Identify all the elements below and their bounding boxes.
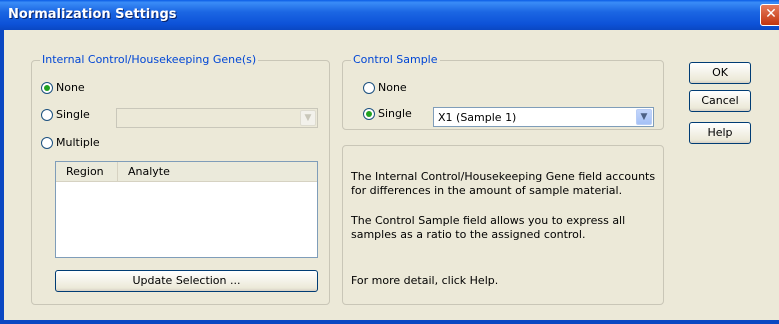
column-header-region[interactable]: Region: [56, 162, 118, 181]
cs-none-radio-circle[interactable]: [363, 81, 375, 94]
analyte-list[interactable]: Region Analyte: [55, 161, 318, 258]
info-paragraph-1: The Internal Control/Housekeeping Gene f…: [351, 170, 671, 198]
chevron-down-icon[interactable]: ▼: [636, 109, 652, 125]
ok-button[interactable]: OK: [689, 62, 751, 84]
control-sample-combo[interactable]: X1 (Sample 1) ▼: [433, 107, 654, 127]
info-line: The Control Sample field allows you to e…: [351, 214, 626, 227]
close-icon[interactable]: ✕: [760, 4, 779, 26]
ic-single-label: Single: [56, 108, 90, 121]
window-frame-left: [0, 30, 4, 324]
control-sample-combo-value: X1 (Sample 1): [438, 111, 517, 124]
title-bar[interactable]: Normalization Settings ✕: [0, 0, 779, 30]
ic-none-radio-circle[interactable]: [41, 81, 53, 94]
ic-none-radio[interactable]: None: [41, 81, 85, 94]
info-line: for differences in the amount of sample …: [351, 184, 623, 197]
info-paragraph-3: For more detail, click Help.: [351, 274, 499, 287]
cs-none-label: None: [378, 81, 407, 94]
cs-single-radio[interactable]: Single: [363, 107, 412, 120]
column-header-analyte[interactable]: Analyte: [118, 162, 317, 181]
ic-multiple-radio-circle[interactable]: [41, 136, 53, 149]
cancel-button[interactable]: Cancel: [689, 90, 751, 112]
info-line: The Internal Control/Housekeeping Gene f…: [351, 170, 656, 183]
normalization-settings-dialog: Normalization Settings ✕ Internal Contro…: [0, 0, 779, 324]
chevron-down-icon[interactable]: ▼: [300, 110, 316, 126]
window-frame-bottom: [0, 320, 779, 324]
info-line: samples as a ratio to the assigned contr…: [351, 228, 586, 241]
analyte-list-header: Region Analyte: [56, 162, 317, 182]
cs-single-radio-circle[interactable]: [363, 107, 375, 120]
ic-none-label: None: [56, 81, 85, 94]
ic-single-combo[interactable]: ▼: [116, 108, 318, 128]
window-title: Normalization Settings: [8, 7, 177, 22]
update-selection-button[interactable]: Update Selection ...: [55, 270, 318, 292]
ic-single-radio-circle[interactable]: [41, 108, 53, 121]
ic-multiple-label: Multiple: [56, 136, 100, 149]
ic-single-radio[interactable]: Single: [41, 108, 90, 121]
cs-single-label: Single: [378, 107, 412, 120]
control-sample-group-label: Control Sample: [351, 53, 440, 66]
internal-control-group-label: Internal Control/Housekeeping Gene(s): [40, 53, 259, 66]
help-button[interactable]: Help: [689, 122, 751, 144]
info-paragraph-2: The Control Sample field allows you to e…: [351, 214, 671, 242]
cs-none-radio[interactable]: None: [363, 81, 407, 94]
ic-multiple-radio[interactable]: Multiple: [41, 136, 100, 149]
